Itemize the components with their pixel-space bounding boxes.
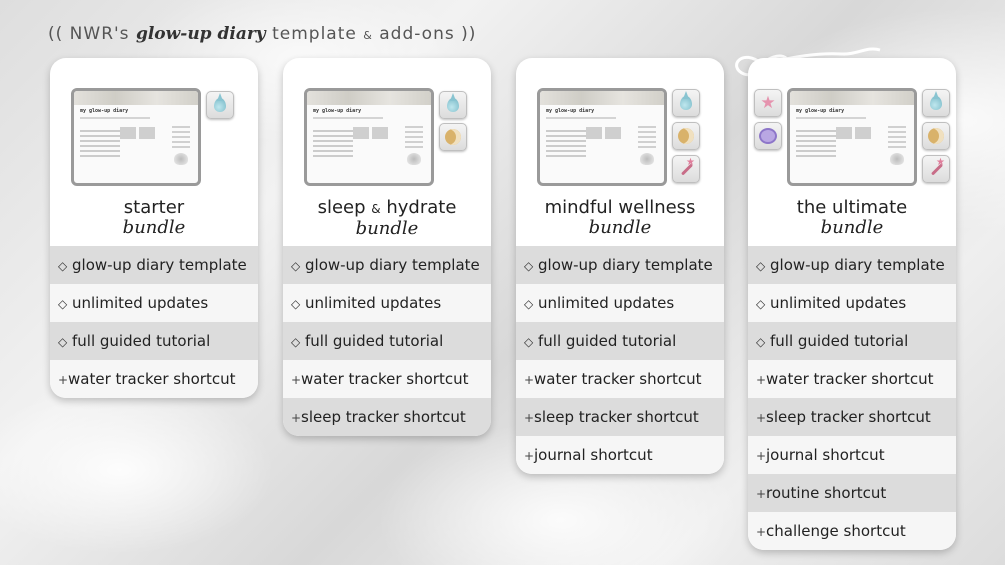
header-ampersand: & [363,29,373,42]
water-drop-icon [206,91,234,119]
template-preview-thumbnail: my glow-up diary [787,88,917,186]
header-middle: template [265,24,364,44]
card-subtitle: bundle [355,218,419,239]
card-subtitle: bundle [820,217,884,238]
list-item: ◇ full guided tutorial [516,322,724,360]
moon-icon [439,123,467,151]
list-item: +sleep tracker shortcut [748,398,956,436]
preview-title: my glow-up diary [80,108,129,114]
pen-icon [922,155,950,183]
card-title: starter [123,197,185,218]
list-item: +water tracker shortcut [283,360,491,398]
list-item: ◇ unlimited updates [748,284,956,322]
list-item: ◇ unlimited updates [283,284,491,322]
card-subtitle: bundle [122,217,186,238]
list-item: +water tracker shortcut [516,360,724,398]
water-drop-icon [672,89,700,117]
bundle-card-mindful-wellness[interactable]: my glow-up diary mindful wellness bundle… [516,58,724,474]
list-item: ◇ glow-up diary template [50,246,258,284]
template-preview-thumbnail: my glow-up diary [304,88,434,186]
preview-title: my glow-up diary [546,108,595,114]
pen-icon [672,155,700,183]
bundle-card-sleep-hydrate[interactable]: my glow-up diary sleep & hydrate bundle … [283,58,491,436]
ring-icon [754,122,782,150]
preview-title: my glow-up diary [796,108,845,114]
preview-title: my glow-up diary [313,108,362,114]
header-script-title: glow-up diary [135,24,266,44]
card-subtitle: bundle [588,217,652,238]
list-item: ◇ full guided tutorial [748,322,956,360]
header-prefix: (( NWR's [48,24,136,44]
template-preview-thumbnail: my glow-up diary [71,88,201,186]
header-suffix: add-ons )) [372,24,477,44]
bundle-card-starter[interactable]: my glow-up diary starter bundle ◇ glow-up… [50,58,258,398]
moon-icon [922,122,950,150]
moon-icon [672,122,700,150]
water-drop-icon [922,89,950,117]
list-item: +journal shortcut [516,436,724,474]
list-item: +sleep tracker shortcut [516,398,724,436]
water-drop-icon [439,91,467,119]
list-item: +routine shortcut [748,474,956,512]
list-item: ◇ glow-up diary template [283,246,491,284]
list-item: +water tracker shortcut [748,360,956,398]
list-item: +journal shortcut [748,436,956,474]
list-item: ◇ full guided tutorial [50,322,258,360]
card-title: sleep & hydrate [317,197,457,218]
list-item: ◇ glow-up diary template [748,246,956,284]
card-title: mindful wellness [544,197,696,218]
star-icon: ★ [754,89,782,117]
list-item: ◇ unlimited updates [516,284,724,322]
bundle-card-the-ultimate[interactable]: my glow-up diary ★ the ultimate bundle ◇… [748,58,956,550]
list-item: +challenge shortcut [748,512,956,550]
list-item: ◇ glow-up diary template [516,246,724,284]
list-item: +water tracker shortcut [50,360,258,398]
list-item: +sleep tracker shortcut [283,398,491,436]
list-item: ◇ full guided tutorial [283,322,491,360]
list-item: ◇ unlimited updates [50,284,258,322]
page-header: (( NWR's glow-up diary template & add-on… [48,24,476,44]
template-preview-thumbnail: my glow-up diary [537,88,667,186]
card-title: the ultimate [796,197,908,218]
